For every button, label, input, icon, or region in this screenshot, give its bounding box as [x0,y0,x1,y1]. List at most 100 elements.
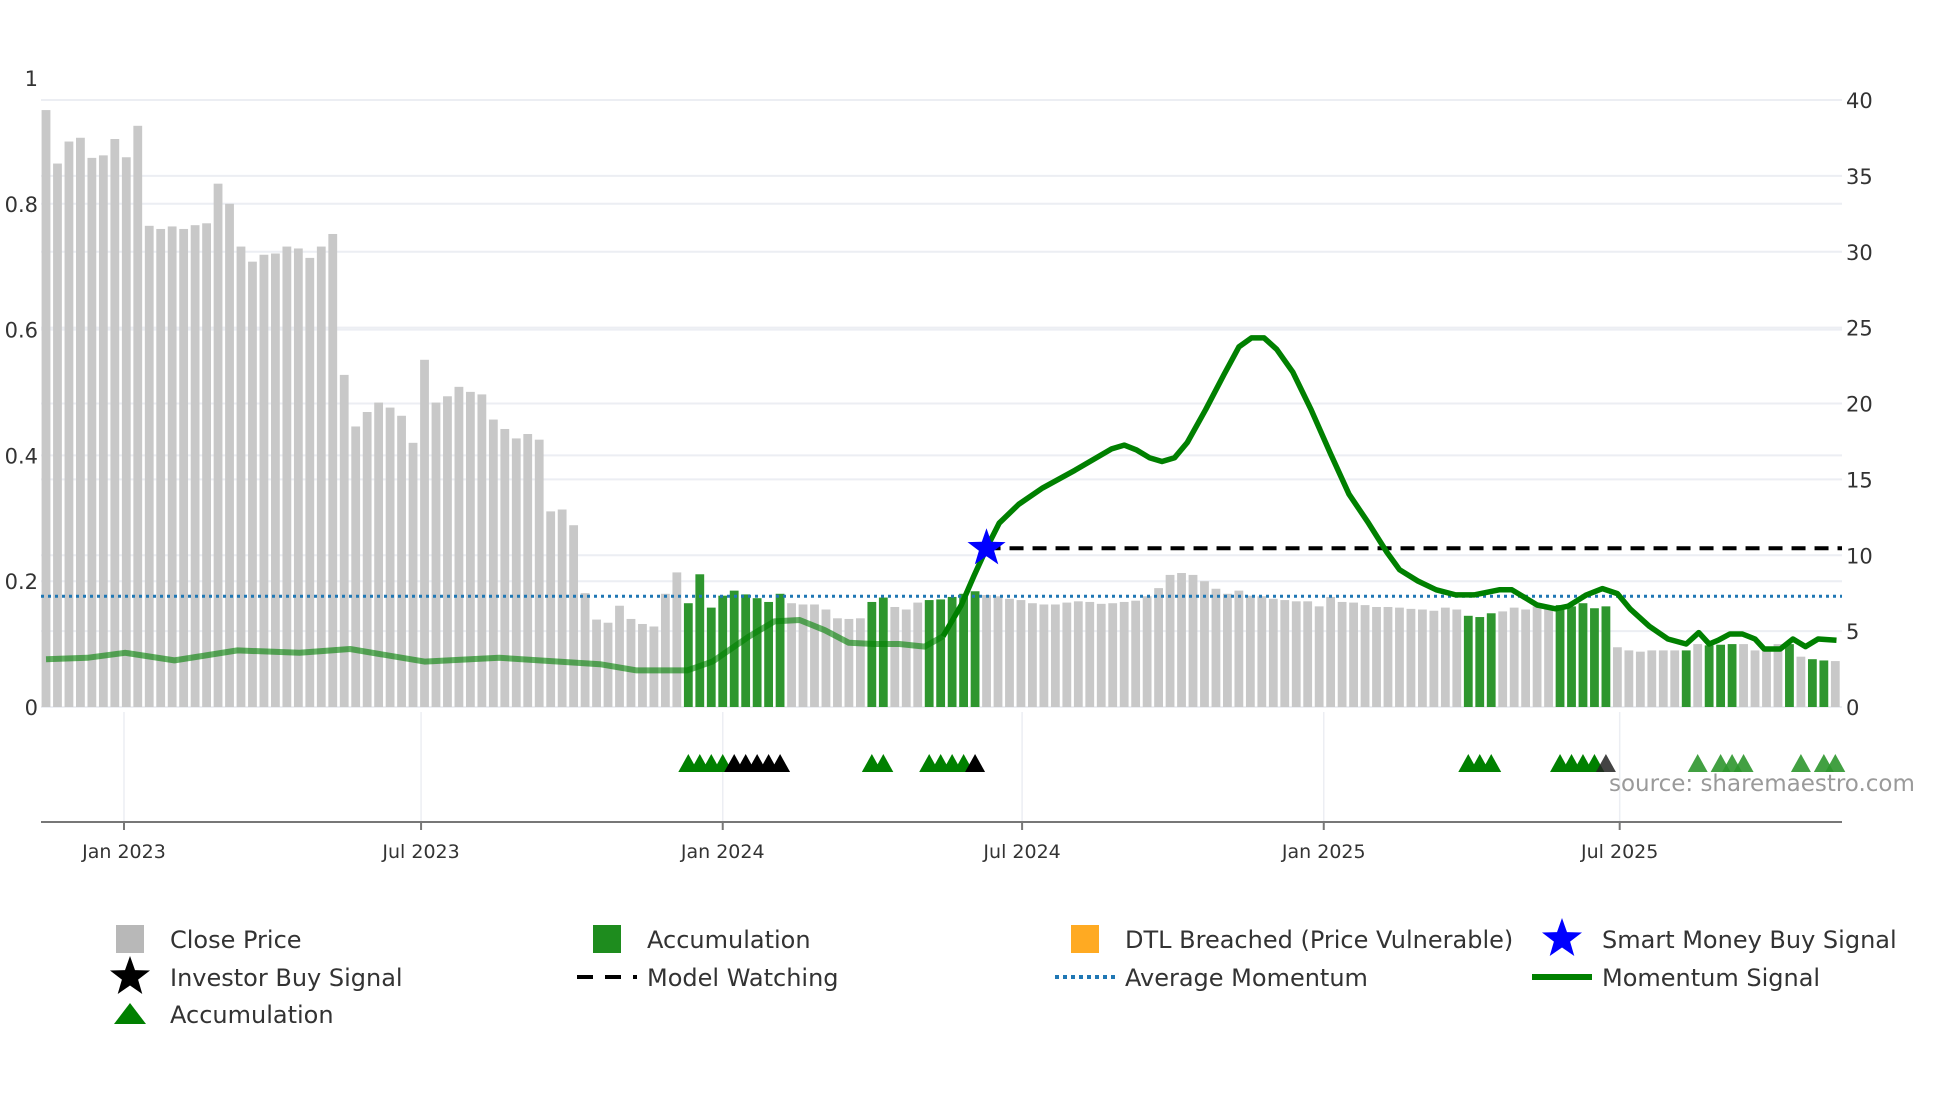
close-price-bar [844,618,854,707]
close-price-bar [1291,601,1301,707]
close-price-bar [1314,606,1324,707]
close-price-bar [420,359,429,707]
close-price-bar [1131,600,1141,707]
close-price-bar [1073,601,1083,707]
x-tick-label: Jan 2025 [1281,841,1366,863]
close-price-bar [1177,573,1186,707]
close-price-bar [1234,590,1244,707]
close-price-bar [1658,650,1668,707]
close-price-bar [534,439,544,707]
close-price-bar [1635,651,1645,707]
green-triangle-icon [114,1003,146,1024]
left-tick-label: 0 [25,696,38,720]
close-price-bar [546,511,556,707]
close-price-bar [1796,656,1806,707]
close-price-bar [1062,602,1072,707]
close-price-bar [190,225,200,707]
close-price-bar [1360,605,1370,707]
accumulation-bar [1567,606,1576,707]
smart-money-buy-star [967,528,1006,565]
close-price-bar [144,225,154,707]
right-tick-label: 35 [1846,165,1873,189]
close-price-bar [328,233,338,707]
legend-label: Smart Money Buy Signal [1602,926,1897,954]
close-price-bar [580,593,590,707]
close-price-bar [397,415,406,707]
legend-label: Momentum Signal [1602,964,1820,992]
right-tick-label: 0 [1846,696,1859,720]
left-tick-label: 0.6 [5,319,38,343]
close-price-bar [259,254,269,707]
accumulation-bar [1463,615,1473,707]
close-price-bar [167,226,177,707]
blue-star-icon [1542,918,1582,956]
close-price-bar [362,411,372,707]
accumulation-bar [936,599,946,707]
close-price-bar [1005,598,1014,707]
close-price-bar [339,374,349,707]
close-price-bar [523,434,533,707]
close-price-bar [1773,644,1783,707]
close-price-bar [1280,600,1290,707]
close-price-bar [87,157,97,707]
close-price-bar [1349,602,1358,707]
close-price-bar [1544,607,1553,707]
close-price-bar [1337,601,1347,707]
orange-square-icon [1071,925,1099,953]
right-tick-label: 30 [1846,241,1873,265]
close-price-bar [569,525,579,707]
legend: Close Price Accumulation DTL Breached (Pri… [110,918,1897,1029]
accumulation-bar [775,593,785,707]
x-tick-label: Jan 2024 [680,841,765,863]
accumulation-bar [683,603,693,707]
legend-label: Accumulation [647,926,811,954]
legend-item: Smart Money Buy Signal [1542,918,1897,956]
x-tick-label: Jul 2025 [1580,841,1658,863]
close-price-bar [64,141,74,708]
close-price-bar [1303,601,1313,707]
legend-label: DTL Breached (Price Vulnerable) [1125,926,1513,954]
close-price-bar [213,183,223,707]
legend-label: Investor Buy Signal [170,964,403,992]
legend-label: Close Price [170,926,302,954]
close-price-bar [1830,661,1840,707]
close-price-bar [993,596,1003,707]
close-price-bar [1406,608,1416,707]
close-price-bar [1418,609,1427,707]
close-price-bar [1154,588,1163,707]
close-price-bar [271,253,280,707]
right-tick-label: 40 [1846,89,1873,113]
accumulation-bar [1555,605,1565,707]
close-price-bar [1383,606,1393,707]
close-price-bar [1762,650,1771,707]
legend-item: Accumulation [114,1001,334,1029]
close-price-bar [282,246,292,707]
close-price-bar [913,602,923,707]
close-price-bar [1223,593,1232,707]
close-price-bar [1326,596,1336,707]
close-price-bar [1440,607,1450,707]
close-price-bar [1268,598,1278,707]
close-price-bar [1142,596,1152,707]
green-square-icon [593,925,621,953]
right-tick-label: 20 [1846,393,1873,417]
close-price-bar [408,442,418,707]
close-price-bar [1028,603,1037,707]
close-price-bar [1245,595,1255,707]
close-price-bar [833,618,842,707]
close-price-bar [1647,650,1657,707]
close-price-bar [1257,596,1267,707]
close-price-bar [890,606,900,707]
legend-item: Accumulation [593,925,811,954]
close-price-bar [1039,604,1049,707]
close-price-bar [982,595,991,707]
close-price-bar [1096,603,1106,707]
close-price-bar [248,261,257,707]
close-price-bar [110,139,120,707]
close-price-bar [374,402,384,707]
close-price-bar [1532,606,1542,707]
right-tick-label: 10 [1846,544,1873,568]
close-price-bar [1050,604,1060,707]
right-tick-label: 5 [1846,620,1859,644]
accumulation-bar [1716,644,1726,707]
